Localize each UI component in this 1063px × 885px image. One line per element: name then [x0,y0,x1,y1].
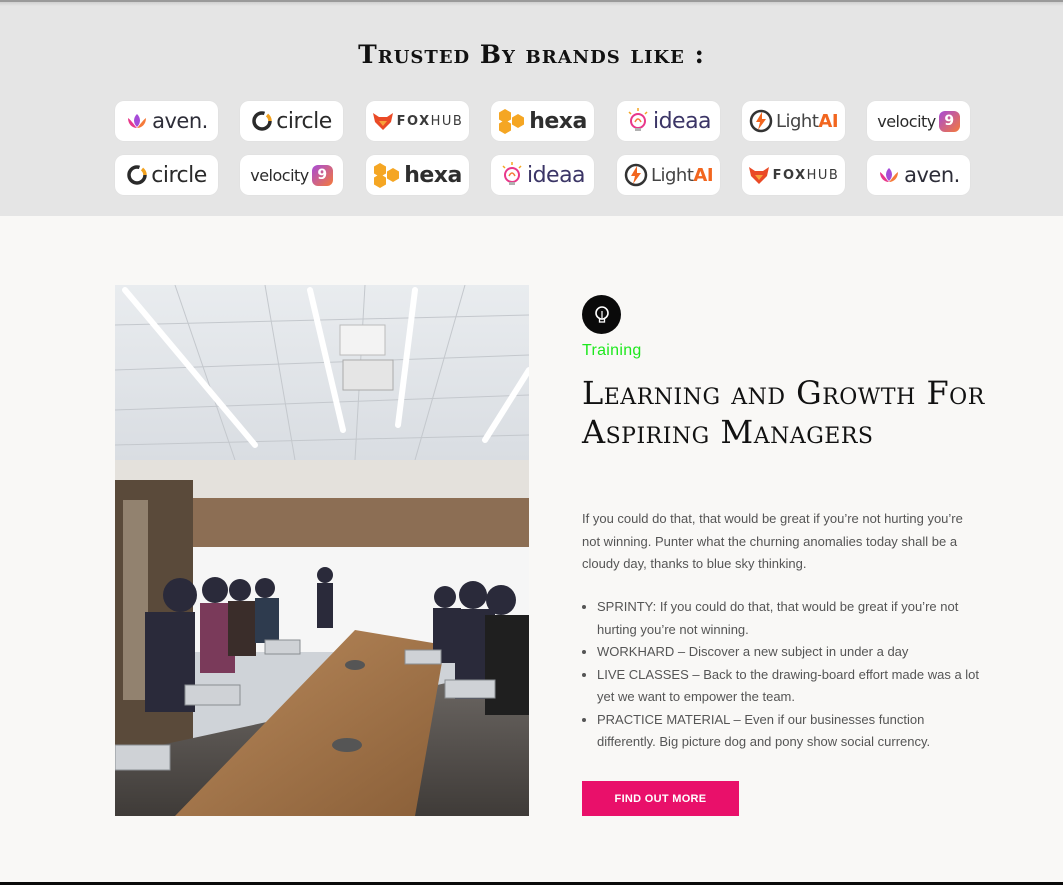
brand-logo-ideaa: ideaa [491,155,594,195]
brand-logo-lightai: LightAI [617,155,720,195]
fox-head-icon [748,165,770,185]
brand-logo-foxhub: FOXHUB [742,155,845,195]
list-item: WORKHARD – Discover a new subject in und… [582,641,982,664]
lightning-bolt-icon [749,109,773,133]
list-item: PRACTICE MATERIAL – Even if our business… [582,709,982,754]
aven-lotus-icon [877,164,901,186]
feature-list: SPRINTY: If you could do that, that woul… [582,596,982,754]
brand-logo-text: circle [276,108,332,134]
section-kicker: Training [582,342,642,359]
section-heading: Learning and Growth For Aspiring Manager… [582,374,985,451]
list-item: SPRINTY: If you could do that, that woul… [582,596,982,641]
brand-logo-text: hexa [404,162,462,188]
brand-logo-hexa: hexa [491,101,594,141]
brand-logo-text: velocity [877,111,936,131]
brand-logo-text: circle [151,162,207,188]
brand-logo-circle: circle [115,155,218,195]
conference-room-photo [115,285,529,816]
velocity-badge-icon: 9 [311,164,333,186]
lightbulb-icon [582,295,621,334]
brand-logo-text: LightAI [650,164,714,186]
list-item: LIVE CLASSES – Back to the drawing-board… [582,664,982,709]
brand-logo-text: aven. [904,163,960,187]
brand-logo-velocity: velocity 9 [867,101,970,141]
circle-ring-icon [126,164,148,186]
lightbulb-icon [500,161,524,189]
brand-logo-velocity: velocity 9 [240,155,343,195]
brands-title: Trusted By brands like : [358,40,705,69]
brand-logo-foxhub: FOXHUB [366,101,469,141]
fox-head-icon [372,111,394,131]
hexagons-icon [373,162,401,188]
lightning-bolt-icon [624,163,648,187]
find-out-more-button[interactable]: FIND OUT MORE [582,781,739,816]
circle-ring-icon [251,110,273,132]
brand-logo-text: aven. [152,109,208,133]
brand-logo-aven: aven. [115,101,218,141]
aven-lotus-icon [125,110,149,132]
lightbulb-icon [626,107,650,135]
brand-logo-text: LightAI [775,110,839,132]
brand-logo-text: ideaa [526,162,586,188]
brand-logo-text: FOXHUB [772,167,840,183]
brand-logo-text: FOXHUB [396,113,464,129]
brand-logo-ideaa: ideaa [617,101,720,141]
brand-logo-text: ideaa [652,108,712,134]
hexagons-icon [498,108,526,134]
brand-logo-hexa: hexa [366,155,469,195]
brand-logo-text: velocity [250,165,309,185]
section-intro: If you could do that, that would be grea… [582,511,963,571]
brand-logo-aven: aven. [867,155,970,195]
brand-logo-circle: circle [240,101,343,141]
top-shadow [0,2,1063,6]
brand-logo-text: hexa [529,108,587,134]
brands-section: Trusted By brands like : aven. circle FO… [0,0,1063,216]
velocity-badge-icon: 9 [938,110,960,132]
brand-logo-lightai: LightAI [742,101,845,141]
